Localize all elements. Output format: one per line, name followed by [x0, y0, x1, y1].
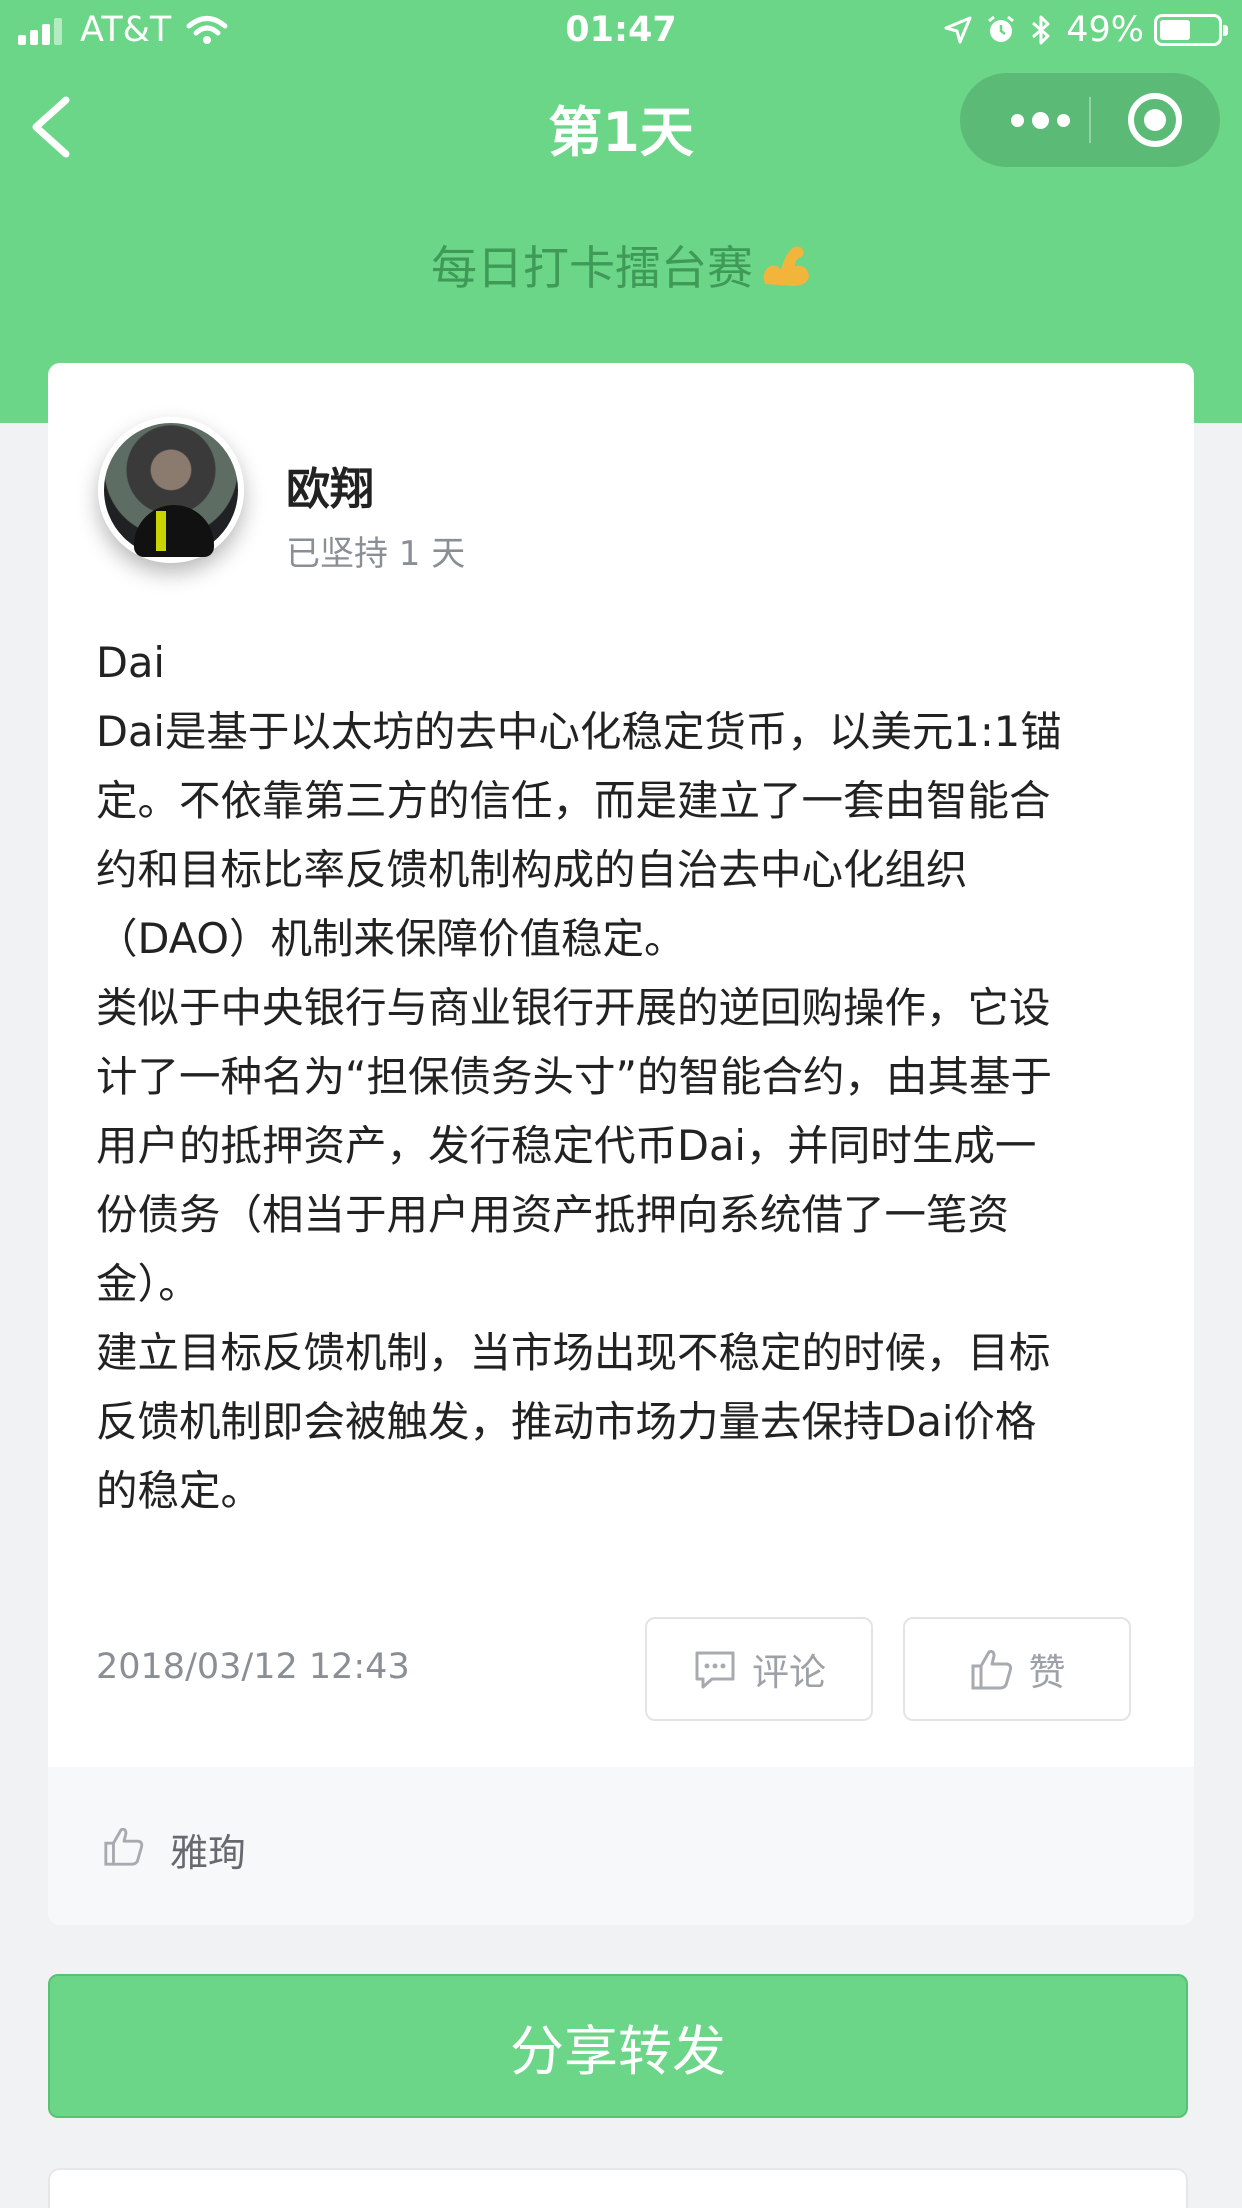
close-target-icon[interactable]: [1128, 93, 1182, 147]
post-line: 定。不依靠第三方的信任，而是建立了一套由智能合: [96, 776, 1051, 825]
thumbs-up-icon: [971, 1650, 1012, 1690]
avatar[interactable]: [98, 417, 244, 563]
comment-button[interactable]: 评论: [645, 1617, 873, 1721]
thumbs-up-icon: [104, 1827, 144, 1866]
battery-icon: [1154, 14, 1228, 46]
challenge-subtitle-text: 每日打卡擂台赛: [431, 241, 753, 295]
post-line: Dai: [96, 638, 165, 687]
capsule-divider: [1089, 97, 1091, 143]
liker-name[interactable]: 雅珣: [170, 1822, 246, 1877]
challenge-subtitle: 每日打卡擂台赛: [0, 232, 1242, 298]
post-timestamp: 2018/03/12 12:43: [96, 1647, 410, 1687]
post-content: Dai Dai是基于以太坊的去中心化稳定货币，以美元1:1锚 定。不依靠第三方的…: [96, 628, 1156, 1525]
post-line: 建立目标反馈机制，当市场出现不稳定的时候，目标: [96, 1328, 1051, 1377]
next-card: [48, 2168, 1188, 2208]
post-line: 约和目标比率反馈机制构成的自治去中心化组织: [96, 845, 968, 894]
header-background: [0, 0, 1242, 423]
status-bar: AT&T 01:47 49%: [0, 0, 1242, 62]
post-line: 的稳定。: [96, 1466, 263, 1515]
post-line: Dai是基于以太坊的去中心化稳定货币，以美元1:1锚: [96, 707, 1062, 756]
checkin-post-card: 欧翔 已坚持 1 天 Dai Dai是基于以太坊的去中心化稳定货币，以美元1:1…: [48, 363, 1194, 1925]
battery-percent: 49%: [1066, 10, 1144, 50]
author-name[interactable]: 欧翔: [286, 453, 374, 517]
comment-label: 评论: [752, 1651, 826, 1694]
like-label: 赞: [1028, 1651, 1066, 1694]
share-button[interactable]: 分享转发: [48, 1974, 1188, 2118]
post-line: 计了一种名为“担保债务头寸”的智能合约，由其基于: [96, 1052, 1053, 1101]
post-line: 份债务（相当于用户用资产抵押向系统借了一笔资: [96, 1190, 1010, 1239]
post-line: 类似于中央银行与商业银行开展的逆回购操作，它设: [96, 983, 1051, 1032]
miniprogram-capsule: [960, 73, 1220, 167]
flexed-biceps-icon: [763, 246, 809, 286]
location-arrow-icon: [944, 16, 972, 44]
like-button[interactable]: 赞: [903, 1617, 1131, 1721]
streak-days: 已坚持 1 天: [286, 534, 466, 574]
post-line: 用户的抵押资产，发行稳定代币Dai，并同时生成一: [96, 1121, 1037, 1170]
likes-list: 雅珣: [48, 1767, 1194, 1925]
post-line: （DAO）机制来保障价值稳定。: [96, 914, 686, 963]
post-line: 反馈机制即会被触发，推动市场力量去保持Dai价格: [96, 1397, 1037, 1446]
post-line: 金）。: [96, 1259, 200, 1308]
bluetooth-icon: [1032, 15, 1050, 45]
alarm-icon: [988, 15, 1015, 42]
more-options-icon[interactable]: [1000, 99, 1080, 141]
comment-icon: [695, 1651, 735, 1689]
